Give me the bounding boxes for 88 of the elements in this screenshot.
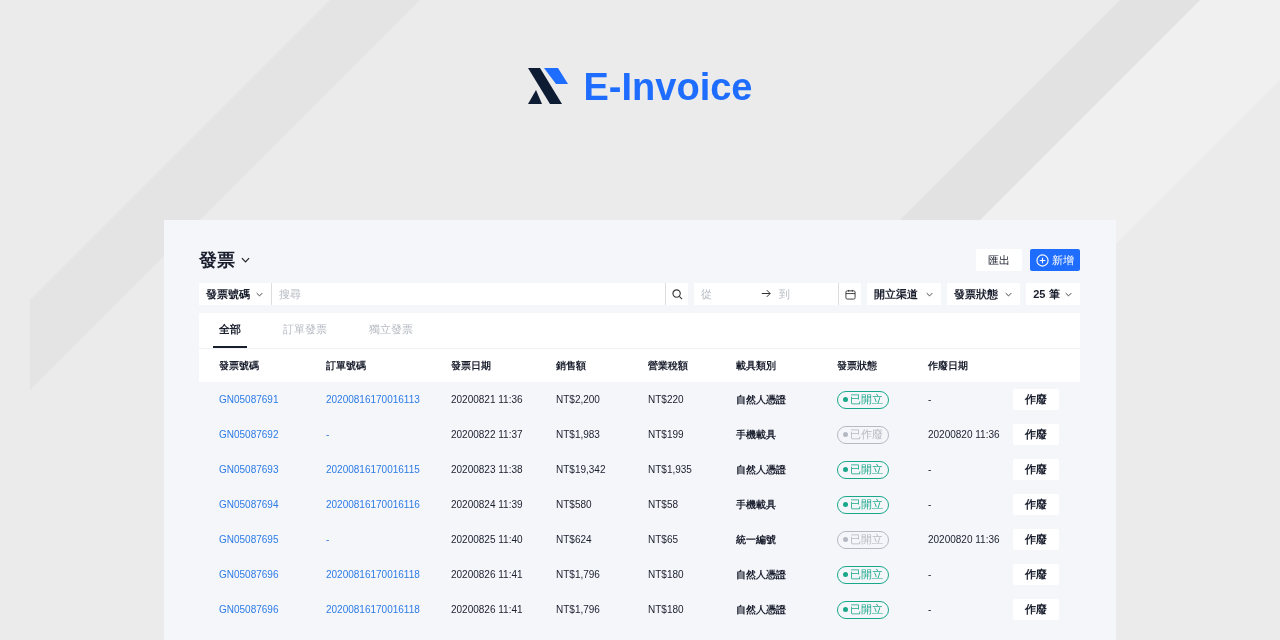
table-cell: NT$580 bbox=[556, 499, 592, 510]
chevron-icon bbox=[925, 291, 933, 297]
order-link[interactable]: - bbox=[326, 429, 330, 440]
table-cell: 自然人憑證 bbox=[736, 393, 786, 405]
calendar-button[interactable] bbox=[839, 283, 861, 305]
calendar-icon bbox=[844, 288, 856, 300]
table-cell: - bbox=[928, 499, 932, 510]
chevron-icon bbox=[255, 291, 263, 297]
table-cell: 20200821 11:36 bbox=[451, 394, 523, 405]
table-cell: NT$1,796 bbox=[556, 569, 600, 580]
void-button[interactable]: 作廢 bbox=[1013, 459, 1059, 480]
chevron-icon[interactable] bbox=[241, 257, 250, 263]
table-cell: NT$180 bbox=[648, 569, 684, 580]
order-link[interactable]: 20200816170016118 bbox=[326, 569, 420, 580]
table-cell: - bbox=[928, 604, 932, 615]
chevron-icon bbox=[1064, 291, 1072, 297]
invoice-link[interactable]: GN05087691 bbox=[219, 394, 279, 405]
table-cell: - bbox=[928, 464, 932, 475]
void-button[interactable]: 作廢 bbox=[1013, 564, 1059, 585]
order-link[interactable]: 20200816170016116 bbox=[326, 499, 420, 510]
void-button[interactable]: 作廢 bbox=[1013, 389, 1059, 410]
void-button[interactable]: 作廢 bbox=[1013, 424, 1059, 445]
invoice-link[interactable]: GN05087696 bbox=[219, 569, 279, 580]
search-icon bbox=[671, 288, 683, 300]
tab[interactable]: 訂單發票 bbox=[277, 313, 333, 348]
table-cell: 自然人憑證 bbox=[736, 603, 786, 615]
table-cell: NT$1,983 bbox=[556, 429, 600, 440]
table-cell: NT$180 bbox=[648, 604, 684, 615]
table-cell: 20200823 11:38 bbox=[451, 464, 523, 475]
search-button[interactable] bbox=[666, 283, 689, 305]
brand-name: E-Invoice bbox=[583, 68, 753, 106]
invoice-link[interactable]: GN05087694 bbox=[219, 499, 279, 510]
table-cell: NT$2,200 bbox=[556, 394, 600, 405]
tab[interactable]: 獨立發票 bbox=[363, 313, 419, 348]
filter-dropdown[interactable]: 25 筆 bbox=[1026, 283, 1080, 305]
table-cell: NT$1,935 bbox=[648, 464, 692, 475]
search-field[interactable]: 搜尋 bbox=[271, 283, 667, 305]
column-header: 載具類別 bbox=[736, 358, 777, 373]
table-cell: NT$1,796 bbox=[556, 604, 600, 615]
table-cell: 20200826 11:41 bbox=[451, 604, 523, 615]
table-cell: NT$58 bbox=[648, 499, 678, 510]
column-header: 作廢日期 bbox=[928, 358, 969, 373]
order-link[interactable]: 20200816170016118 bbox=[326, 604, 420, 615]
field-select[interactable]: 發票號碼 bbox=[199, 283, 272, 305]
table-cell: NT$624 bbox=[556, 534, 592, 545]
date-from-field[interactable]: 從 bbox=[694, 283, 761, 305]
invoice-link[interactable]: GN05087696 bbox=[219, 604, 279, 615]
table-cell: 手機載具 bbox=[736, 498, 776, 510]
table-cell: 手機載具 bbox=[736, 428, 776, 440]
void-button[interactable]: 作廢 bbox=[1013, 599, 1059, 620]
table-cell: - bbox=[928, 394, 932, 405]
page-title: 發票 bbox=[199, 249, 235, 272]
column-header: 發票狀態 bbox=[837, 358, 878, 373]
void-button[interactable]: 作廢 bbox=[1013, 494, 1059, 515]
column-header: 訂單號碼 bbox=[326, 358, 367, 373]
table-cell: 20200825 11:40 bbox=[451, 534, 523, 545]
invoice-link[interactable]: GN05087692 bbox=[219, 429, 279, 440]
void-button[interactable]: 作廢 bbox=[1013, 529, 1059, 550]
table-cell: 自然人憑證 bbox=[736, 568, 786, 580]
order-link[interactable]: 20200816170016115 bbox=[326, 464, 420, 475]
table-cell: 統一編號 bbox=[736, 533, 776, 545]
logo-icon bbox=[527, 68, 568, 104]
export-button[interactable]: 匯出 bbox=[976, 249, 1022, 271]
filter-dropdown[interactable]: 開立渠道 bbox=[866, 283, 941, 305]
table-cell: 20200820 11:36 bbox=[928, 534, 1000, 545]
filter-dropdown[interactable]: 發票狀態 bbox=[946, 283, 1021, 305]
table-cell: 20200826 11:41 bbox=[451, 569, 523, 580]
column-header: 營業稅額 bbox=[648, 358, 689, 373]
table-cell: NT$19,342 bbox=[556, 464, 606, 475]
invoice-link[interactable]: GN05087695 bbox=[219, 534, 279, 545]
table-cell: 20200824 11:39 bbox=[451, 499, 523, 510]
order-link[interactable]: 20200816170016113 bbox=[326, 394, 420, 405]
table-cell: NT$65 bbox=[648, 534, 678, 545]
table-cell: NT$199 bbox=[648, 429, 684, 440]
table-cell: NT$220 bbox=[648, 394, 684, 405]
order-link[interactable]: - bbox=[326, 534, 330, 545]
add-button[interactable]: 新增 bbox=[1030, 249, 1080, 271]
chevron-icon bbox=[1005, 291, 1013, 297]
column-header: 發票日期 bbox=[451, 358, 492, 373]
table-cell: 自然人憑證 bbox=[736, 463, 786, 475]
column-header: 發票號碼 bbox=[219, 358, 260, 373]
plus-icon bbox=[1036, 253, 1049, 267]
date-to-field[interactable]: 到 bbox=[772, 283, 839, 305]
table-cell: - bbox=[928, 569, 932, 580]
column-header: 銷售額 bbox=[556, 358, 587, 373]
table-cell: 20200822 11:37 bbox=[451, 429, 523, 440]
invoice-link[interactable]: GN05087693 bbox=[219, 464, 279, 475]
table-cell: 20200820 11:36 bbox=[928, 429, 1000, 440]
